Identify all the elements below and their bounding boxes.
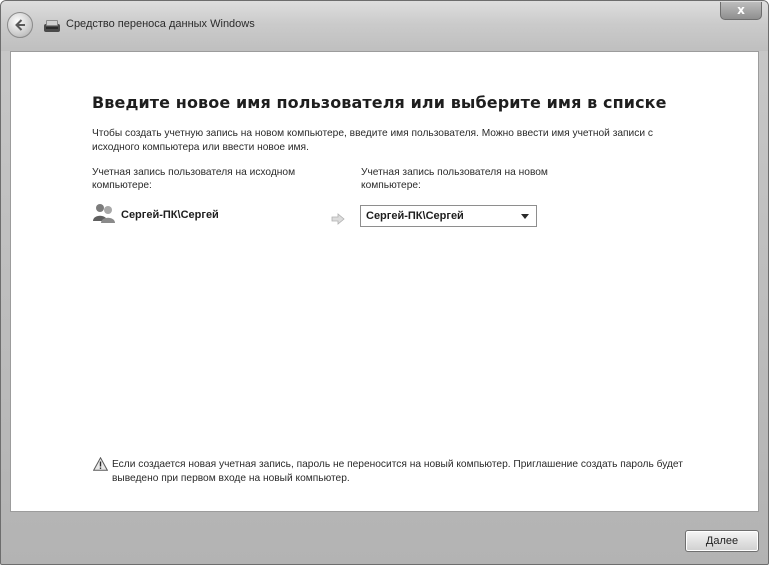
source-account-label: Учетная запись пользователя на исходном … [92,167,296,191]
warning-text: Если создается новая учетная запись, пар… [112,459,683,484]
description-text: Чтобы создать учетную запись на новом ко… [92,128,653,153]
source-user-name: Сергей-ПК\Сергей [121,209,219,221]
footer-bar: Далее [1,511,768,564]
chevron-down-icon[interactable] [521,214,529,219]
window-title: Средство переноса данных Windows [66,18,255,30]
users-icon [93,204,115,223]
next-button[interactable]: Далее [685,530,759,552]
back-arrow-icon [15,19,25,31]
destination-user-select[interactable]: Сергей-ПК\Сергей [360,205,537,227]
transfer-app-icon [44,20,60,32]
title-bar: Средство переноса данных Windows x [1,1,768,51]
destination-account-label: Учетная запись пользователя на новом ком… [361,167,548,191]
arrow-right-icon [331,213,345,225]
close-button[interactable]: x [720,2,762,20]
content-panel: Введите новое имя пользователя или выбер… [10,51,759,512]
warning-icon [93,457,108,471]
page-title: Введите новое имя пользователя или выбер… [92,93,667,112]
destination-user-value: Сергей-ПК\Сергей [366,210,464,222]
close-icon: x [737,3,745,17]
back-button[interactable] [7,12,33,38]
wizard-window: Средство переноса данных Windows x Введи… [0,0,769,565]
